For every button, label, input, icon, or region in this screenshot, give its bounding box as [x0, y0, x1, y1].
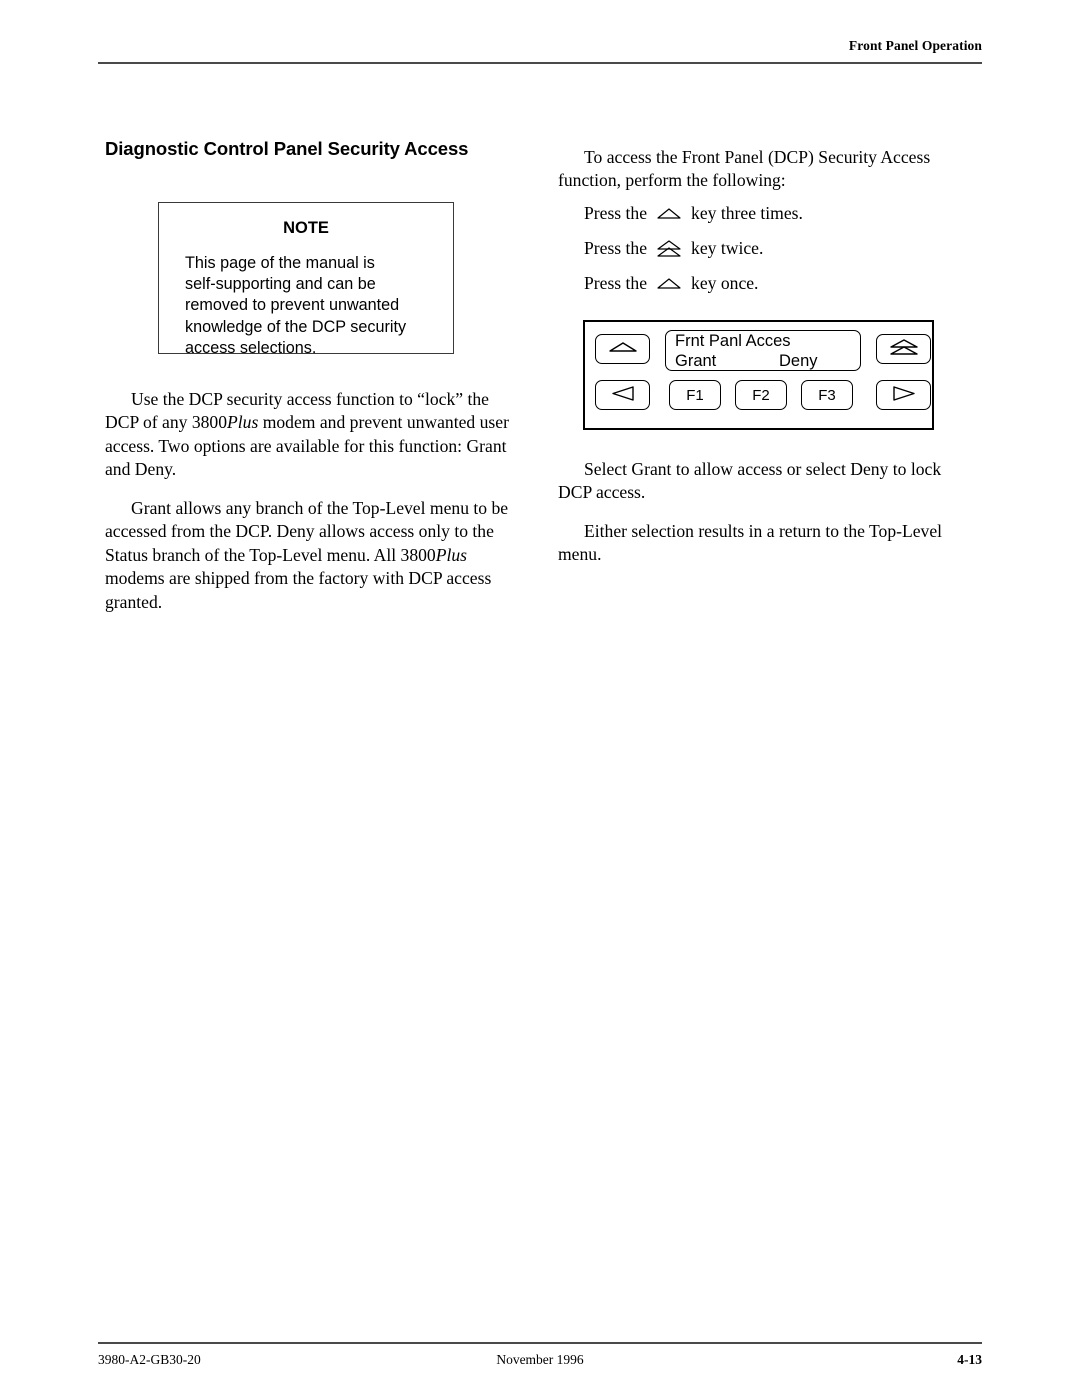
left-column: Diagnostic Control Panel Security Access…	[105, 138, 525, 612]
press-step-1: Press the key three times.	[584, 196, 964, 231]
panel-up-button[interactable]	[595, 334, 650, 364]
press-step-3: Press the key once.	[584, 266, 964, 301]
double-up-arrow-key-icon	[656, 239, 682, 258]
left-arrow-icon	[608, 385, 638, 406]
panel-double-up-button[interactable]	[876, 334, 931, 364]
up-arrow-key-icon	[656, 276, 682, 291]
right-arrow-icon	[889, 385, 919, 406]
press-step-2-prefix: Press the	[584, 238, 648, 258]
paragraph-text-2b: modems are shipped from the factory with…	[105, 568, 492, 612]
header-rule	[98, 62, 982, 64]
paragraph-grant-allows: Grant allows any branch of the Top-Level…	[105, 497, 525, 614]
footer-document-number: 3980-A2-GB30-20	[98, 1352, 201, 1367]
paragraph-select-grant: Select Grant to allow access or select D…	[558, 459, 942, 503]
footer-rule	[98, 1342, 982, 1344]
press-step-2-suffix: key twice.	[691, 238, 764, 258]
up-arrow-key-icon	[656, 206, 682, 221]
paragraph-italic-1: Plus	[227, 412, 259, 433]
right-tail-text: Select Grant to allow access or select D…	[558, 458, 958, 582]
press-step-2: Press the key twice.	[584, 231, 964, 266]
panel-f3-button[interactable]: F3	[801, 380, 853, 410]
lcd-display: Frnt Panl Acces Grant Deny	[665, 330, 861, 371]
paragraph-either-selection: Either selection results in a return to …	[558, 520, 943, 565]
paragraph-to-access: To access the Front Panel (DCP) Security…	[558, 147, 931, 191]
page-footer: 3980-A2-GB30-20 November 1996 4-13	[98, 1352, 982, 1376]
press-step-1-suffix: key three times.	[691, 203, 803, 223]
header-title: Front Panel Operation	[848, 38, 982, 53]
panel-f1-button[interactable]: F1	[669, 380, 721, 410]
front-panel-diagram: Frnt Panl Acces Grant Deny F1 F2 F3	[583, 320, 934, 430]
panel-right-button[interactable]	[876, 380, 931, 410]
footer-page-number: 4-13	[957, 1352, 982, 1367]
paragraph-italic-2: Plus	[435, 544, 467, 565]
press-key-steps: Press the key three times. Press the key…	[584, 196, 964, 301]
press-step-1-prefix: Press the	[584, 203, 648, 223]
panel-f2-button[interactable]: F2	[735, 380, 787, 410]
panel-left-button[interactable]	[595, 380, 650, 410]
left-body-text: Use the DCP security access function to …	[105, 388, 525, 629]
document-page: Front Panel Operation Diagnostic Control…	[0, 0, 1080, 1397]
lcd-option-deny: Deny	[779, 351, 818, 370]
note-body: This page of the manual is self-supporti…	[185, 254, 407, 357]
note-box: NOTE This page of the manual is self-sup…	[158, 202, 454, 357]
page-title: Diagnostic Control Panel Security Access	[105, 138, 469, 159]
press-step-3-prefix: Press the	[584, 273, 648, 293]
lcd-line-1: Frnt Panl Acces	[675, 332, 791, 350]
double-up-arrow-icon	[888, 338, 920, 361]
footer-date: November 1996	[496, 1352, 584, 1367]
press-step-3-suffix: key once.	[691, 273, 759, 293]
paragraph-use-dcp: Use the DCP security access function to …	[105, 388, 525, 482]
note-title: NOTE	[283, 219, 329, 237]
up-arrow-icon	[607, 340, 639, 358]
lcd-option-grant: Grant	[675, 351, 717, 370]
